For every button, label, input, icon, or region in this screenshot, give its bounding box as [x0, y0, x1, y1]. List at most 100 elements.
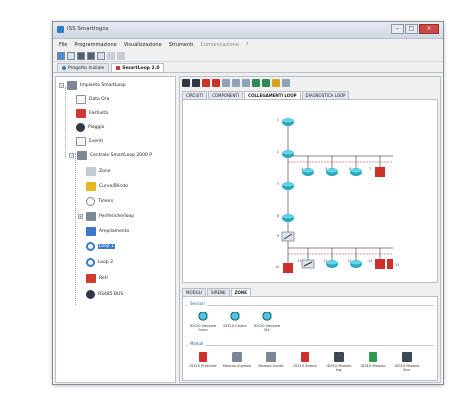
tab-moduli[interactable]: MODULI	[182, 288, 207, 296]
menu-programming[interactable]: Programmazione	[74, 42, 116, 48]
settings-tool-icon[interactable]	[282, 79, 290, 87]
tree-item-rs485[interactable]: RS485 BUS	[86, 290, 123, 299]
palette-item-zone-module[interactable]: ID310 Modulo Zon.	[392, 352, 422, 372]
group-title: Moduli	[188, 341, 206, 346]
tree-item-impianto[interactable]: − Impianto SmartLoop	[59, 81, 126, 90]
cut-icon[interactable]	[97, 52, 105, 60]
tree-item-curve[interactable]: Curve/Blindo	[86, 182, 128, 191]
tree-item-loop-2[interactable]: Loop 2	[86, 258, 113, 267]
tree-label: Impianto SmartLoop	[80, 83, 126, 88]
pointer-tool-icon[interactable]	[222, 79, 230, 87]
collapse-icon[interactable]: −	[69, 153, 74, 158]
fit-view-icon[interactable]	[272, 79, 280, 87]
tab-collegamenti-loop[interactable]: COLLEGAMENTI LOOP	[244, 91, 301, 99]
move-tool-icon[interactable]	[232, 79, 240, 87]
palette-item-output-module[interactable]: Modulo Uscite	[256, 352, 286, 368]
tree-item-zone[interactable]: Zone	[86, 167, 110, 176]
save-icon[interactable]	[77, 52, 85, 60]
palette-label: ID310 Modulo Ing.	[326, 364, 352, 372]
loop-diagram: 1 2 3 4 5 6 7 8 9 10 11 12 13 14 15	[275, 118, 399, 273]
node-label-6: 6	[349, 167, 351, 171]
tab-smartloop[interactable]: SmartLoop 2.0	[111, 63, 165, 72]
loop-device-8[interactable]	[282, 214, 294, 222]
title-bar: ISS Smartlogos – □ ×	[53, 22, 443, 39]
tab-sirene[interactable]: SIRENE	[207, 288, 230, 296]
loop-call-point-10[interactable]	[283, 263, 293, 273]
alarm-tool-icon[interactable]	[212, 79, 220, 87]
zoom-in-icon[interactable]	[252, 79, 260, 87]
loop-device-4[interactable]	[302, 168, 314, 176]
loop-module-11[interactable]	[301, 259, 315, 269]
tree-item-timers[interactable]: Timers	[86, 197, 113, 206]
palette-item-input-module[interactable]: Modulo Ingressi	[222, 352, 252, 368]
menu-communication[interactable]: Comunicazione	[201, 42, 239, 48]
tree-label: RS485 BUS	[98, 292, 124, 297]
collapse-icon[interactable]: −	[59, 83, 64, 88]
menu-file[interactable]: File	[59, 42, 67, 48]
loop-device-6[interactable]	[350, 168, 362, 176]
palette-item-siren[interactable]: ID310 Sirena	[290, 352, 320, 368]
tree-item-data-ora[interactable]: Data Ora	[76, 95, 109, 104]
document-tabs: Progetto Iniziale SmartLoop 2.0	[53, 63, 443, 73]
maximize-button[interactable]: □	[405, 24, 418, 34]
select-tool-icon[interactable]	[182, 79, 190, 87]
palette-item-call-point[interactable]: ID310 Pulsante	[188, 352, 218, 368]
menu-help[interactable]: ?	[246, 42, 249, 48]
link-tool-icon[interactable]	[242, 79, 250, 87]
close-button[interactable]: ×	[419, 24, 439, 34]
tab-zone[interactable]: ZONE	[230, 288, 251, 296]
project-icon	[62, 66, 66, 70]
menu-tools[interactable]: Strumenti	[169, 42, 194, 48]
user-group-icon	[76, 123, 85, 132]
tree-item-periferiche[interactable]: + Periferiche/loop	[78, 212, 134, 221]
delete-tool-icon[interactable]	[202, 79, 210, 87]
loop-device-12[interactable]	[326, 260, 338, 268]
grid-tool-icon[interactable]	[192, 79, 200, 87]
undo-icon[interactable]	[107, 52, 115, 60]
loop-call-point-7[interactable]	[375, 167, 385, 177]
palette-label: ID310 Sirena	[293, 364, 317, 368]
menu-view[interactable]: Visualizzazione	[124, 42, 162, 48]
palette-label: ID310 Modulo	[360, 364, 386, 368]
tree-item-piaggio[interactable]: Piaggio	[76, 123, 104, 132]
palette-item-smoke-sensor[interactable]: ID310 Sensore fumo	[188, 312, 218, 332]
tab-initial-project[interactable]: Progetto Iniziale	[57, 63, 110, 72]
open-icon[interactable]	[67, 52, 75, 60]
loop-siren-15[interactable]	[387, 259, 393, 269]
loop-device-13[interactable]	[350, 260, 362, 268]
tree-item-eventi[interactable]: Eventi	[76, 137, 103, 146]
loop-device-3[interactable]	[282, 182, 294, 190]
loop-diagram-canvas[interactable]: 1 2 3 4 5 6 7 8 9 10 11 12 13 14 15	[182, 99, 438, 283]
tree-item-centrale[interactable]: − Centrale SmartLoop 2000 P	[69, 151, 152, 160]
loop-call-point-14[interactable]	[375, 259, 385, 269]
palette-item-module[interactable]: ID310 Modulo	[358, 352, 388, 368]
zoom-out-icon[interactable]	[262, 79, 270, 87]
tree-item-ampliamento[interactable]: Ampliamento	[86, 227, 129, 236]
redo-icon[interactable]	[117, 52, 125, 60]
loop-device-1[interactable]	[282, 118, 294, 126]
loop-module-9[interactable]	[281, 231, 295, 242]
new-icon[interactable]	[57, 52, 65, 60]
tab-diagnostica-loop[interactable]: DIAGNOSTICA LOOP	[301, 91, 350, 99]
node-label-13: 13	[347, 259, 351, 263]
tree-label: Reti	[99, 276, 108, 281]
expand-icon[interactable]: +	[78, 214, 83, 219]
tree-label: Festività	[89, 111, 108, 116]
palette-item-optical-sensor[interactable]: ID310 Sensore Ott.	[252, 312, 282, 332]
tree-item-reti[interactable]: Reti	[86, 274, 108, 283]
optical-detector-icon	[262, 312, 272, 322]
palette-item-input-module-2[interactable]: ID310 Modulo Ing.	[324, 352, 354, 372]
palette-item-heat-sensor[interactable]: ID310 Calore	[220, 312, 250, 328]
palette-label: Modulo Uscite	[258, 364, 284, 368]
editor-toolbar	[182, 78, 438, 88]
tab-circuiti[interactable]: CIRCUITI	[182, 91, 208, 99]
loop-device-5[interactable]	[326, 168, 338, 176]
loop-icon	[86, 242, 95, 251]
tab-componenti[interactable]: COMPONENTI	[208, 91, 244, 99]
tree-label: Data Ora	[89, 97, 110, 102]
tree-item-festivita[interactable]: Festività	[76, 109, 108, 118]
loop-device-2[interactable]	[282, 150, 294, 158]
minimize-button[interactable]: –	[391, 24, 404, 34]
print-icon[interactable]	[87, 52, 95, 60]
tree-item-loop-1[interactable]: Loop 1	[86, 242, 116, 251]
